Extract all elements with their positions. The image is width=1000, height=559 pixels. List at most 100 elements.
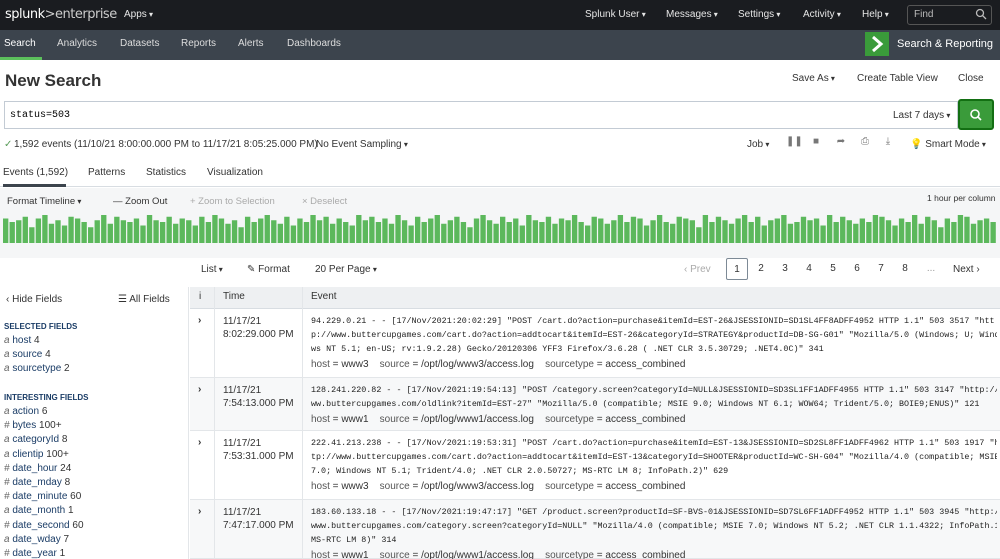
timeline-bar[interactable] bbox=[238, 227, 244, 243]
timeline-bar[interactable] bbox=[74, 218, 81, 244]
user-menu[interactable]: Splunk User bbox=[585, 9, 646, 20]
expand-row-icon[interactable]: › bbox=[198, 437, 201, 448]
timeline-bar[interactable] bbox=[290, 225, 297, 244]
field-item[interactable]: a sourcetype 2 bbox=[4, 363, 70, 374]
timeline-bar[interactable] bbox=[885, 220, 892, 243]
timeline-bar[interactable] bbox=[918, 223, 924, 243]
page-7-button[interactable]: 7 bbox=[870, 258, 892, 280]
timeline-bar[interactable] bbox=[447, 220, 454, 243]
timeline-bar[interactable] bbox=[951, 222, 957, 243]
timeline-histogram[interactable] bbox=[3, 215, 997, 243]
help-menu[interactable]: Help bbox=[862, 9, 889, 20]
timeline-bar[interactable] bbox=[421, 222, 427, 243]
timeline-bar[interactable] bbox=[303, 222, 310, 243]
timeline-bar[interactable] bbox=[513, 218, 519, 244]
timeline-bar[interactable] bbox=[408, 225, 414, 244]
timeline-bar[interactable] bbox=[297, 218, 303, 244]
nav-analytics[interactable]: Analytics bbox=[57, 38, 97, 49]
timeline-bar[interactable] bbox=[284, 216, 290, 243]
timeline-bar[interactable] bbox=[794, 222, 800, 243]
event-sampling-menu[interactable]: No Event Sampling bbox=[316, 139, 408, 150]
timeline-bar[interactable] bbox=[94, 220, 100, 243]
field-item[interactable]: a date_wday 7 bbox=[4, 534, 69, 545]
timeline-bar[interactable] bbox=[375, 222, 382, 243]
timeline-bar[interactable] bbox=[349, 225, 355, 244]
event-raw-line[interactable]: 222.41.213.238 - - [17/Nov/2021:19:53:31… bbox=[311, 436, 997, 450]
event-raw-line[interactable]: p://www.buttercupgames.com/cart.do?actio… bbox=[311, 328, 997, 342]
timeline-bar[interactable] bbox=[199, 216, 205, 243]
timeline-bar[interactable] bbox=[16, 220, 22, 243]
timeline-bar[interactable] bbox=[9, 222, 15, 243]
timeline-bar[interactable] bbox=[931, 220, 937, 243]
settings-menu[interactable]: Settings bbox=[738, 9, 780, 20]
event-raw-line[interactable]: 7.0; Windows NT 5.1; Trident/4.0; .NET C… bbox=[311, 464, 997, 478]
timeline-bar[interactable] bbox=[480, 215, 486, 243]
timeline-bar[interactable] bbox=[807, 220, 813, 243]
timeline-bar[interactable] bbox=[316, 220, 323, 243]
timeline-bar[interactable] bbox=[611, 220, 617, 243]
job-menu[interactable]: Job bbox=[747, 139, 769, 150]
page-2-button[interactable]: 2 bbox=[750, 258, 772, 280]
event-raw-line[interactable]: 183.60.133.18 - - [17/Nov/2021:19:47:17]… bbox=[311, 505, 997, 519]
field-item[interactable]: # date_mday 8 bbox=[4, 477, 70, 488]
timeline-bar[interactable] bbox=[153, 220, 159, 243]
field-item[interactable]: a action 6 bbox=[4, 406, 47, 417]
timeline-bar[interactable] bbox=[61, 225, 68, 244]
timeline-bar[interactable] bbox=[519, 225, 525, 244]
timeline-bar[interactable] bbox=[55, 220, 61, 243]
timeline-bar[interactable] bbox=[748, 222, 754, 243]
timeline-bar[interactable] bbox=[604, 223, 610, 243]
timeline-bar[interactable] bbox=[140, 225, 146, 244]
timeline-bar[interactable] bbox=[244, 216, 251, 243]
timeline-bar[interactable] bbox=[336, 218, 342, 244]
timeline-bar[interactable] bbox=[493, 223, 499, 243]
timeline-bar[interactable] bbox=[833, 222, 839, 243]
tab-events[interactable]: Events (1,592) bbox=[3, 167, 68, 178]
activity-menu[interactable]: Activity bbox=[803, 9, 841, 20]
messages-menu[interactable]: Messages bbox=[666, 9, 718, 20]
expand-row-icon[interactable]: › bbox=[198, 384, 201, 395]
timeline-bar[interactable] bbox=[938, 227, 944, 243]
timeline-bar[interactable] bbox=[159, 222, 166, 243]
timeline-bar[interactable] bbox=[709, 222, 715, 243]
timeline-bar[interactable] bbox=[107, 223, 113, 243]
timeline-bar[interactable] bbox=[774, 218, 780, 244]
timeline-bar[interactable] bbox=[735, 218, 741, 244]
timeline-bar[interactable] bbox=[820, 225, 826, 244]
zoom-out-button[interactable]: — Zoom Out bbox=[113, 196, 167, 207]
timeline-bar[interactable] bbox=[101, 215, 107, 243]
timeline-bar[interactable] bbox=[853, 223, 859, 243]
host-value[interactable]: www1 bbox=[341, 550, 368, 559]
sourcetype-value[interactable]: access_combined bbox=[605, 550, 685, 559]
timeline-bar[interactable] bbox=[715, 216, 722, 243]
timeline-bar[interactable] bbox=[768, 220, 774, 243]
field-item[interactable]: # date_minute 60 bbox=[4, 491, 81, 502]
page-3-button[interactable]: 3 bbox=[774, 258, 796, 280]
list-view-menu[interactable]: List bbox=[201, 264, 223, 275]
event-raw-line[interactable]: MS-RTC LM 8)" 314 bbox=[311, 533, 997, 547]
timeline-bar[interactable] bbox=[813, 218, 820, 244]
timeline-bar[interactable] bbox=[68, 216, 74, 243]
timeline-bar[interactable] bbox=[506, 222, 512, 243]
timeline-bar[interactable] bbox=[500, 216, 506, 243]
next-page-button[interactable]: Next › bbox=[953, 264, 980, 275]
timeline-bar[interactable] bbox=[957, 215, 964, 243]
timeline-bar[interactable] bbox=[722, 220, 728, 243]
nav-dashboards[interactable]: Dashboards bbox=[287, 38, 341, 49]
timeline-bar[interactable] bbox=[761, 225, 767, 244]
timeline-bar[interactable] bbox=[539, 222, 545, 243]
timeline-bar[interactable] bbox=[382, 218, 388, 244]
timeline-bar[interactable] bbox=[454, 216, 460, 243]
timeline-bar[interactable] bbox=[545, 216, 552, 243]
timeline-bar[interactable] bbox=[689, 220, 695, 243]
timeline-bar[interactable] bbox=[264, 215, 270, 243]
timeline-bar[interactable] bbox=[343, 222, 349, 243]
timeline-bar[interactable] bbox=[630, 216, 637, 243]
timeline-bar[interactable] bbox=[983, 218, 990, 244]
timeline-bar[interactable] bbox=[218, 218, 225, 244]
save-as-menu[interactable]: Save As bbox=[792, 73, 835, 84]
deselect-button[interactable]: × Deselect bbox=[302, 196, 347, 207]
search-button[interactable] bbox=[958, 99, 994, 130]
timeline-bar[interactable] bbox=[781, 215, 787, 243]
timeline-bar[interactable] bbox=[558, 218, 565, 244]
